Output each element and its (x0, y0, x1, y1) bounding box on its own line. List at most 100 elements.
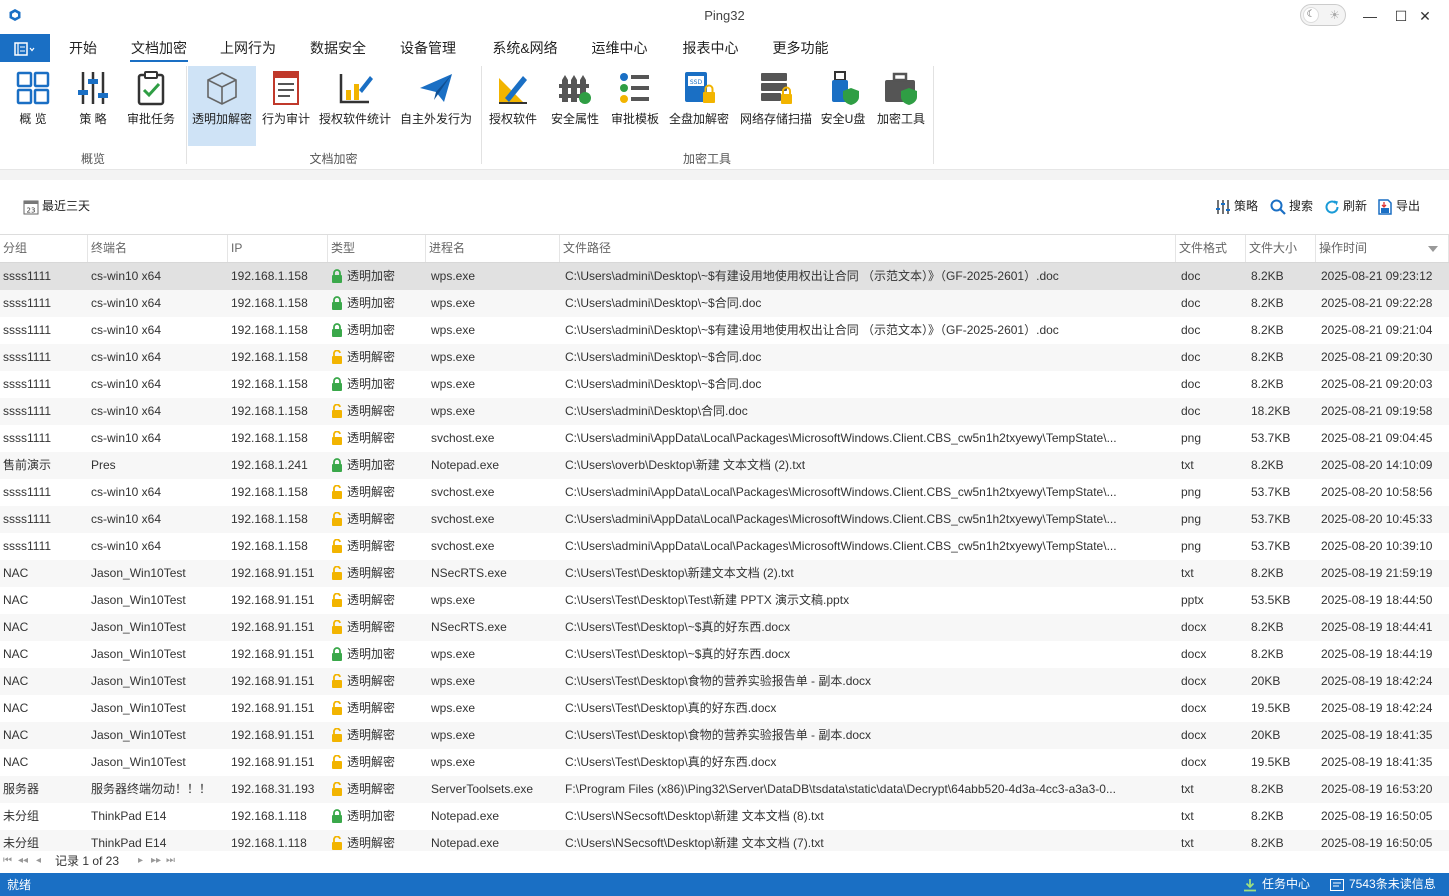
table-row[interactable]: 未分组 ThinkPad E14 192.168.1.118 透明加密 Notepad.… (0, 803, 1449, 830)
menu-tab-5[interactable]: 系统&网络 (490, 34, 560, 62)
table-row[interactable]: ssss1111 cs-win10 x64 192.168.1.158 透明加密 wps… (0, 371, 1449, 398)
table-row[interactable]: ssss1111 cs-win10 x64 192.168.1.158 透明解密 wps… (0, 344, 1449, 371)
policy-button[interactable]: 策略 (1215, 196, 1258, 216)
column-header-1[interactable]: 终端名 (88, 235, 228, 262)
cell-size: 53.7KB (1251, 485, 1291, 499)
table-row[interactable]: NAC Jason_Win10Test 192.168.91.151 透明解密 wps.… (0, 749, 1449, 776)
pager-status: 记录 1 of 23 (55, 854, 120, 868)
table-row[interactable]: NAC Jason_Win10Test 192.168.91.151 透明解密 NSec… (0, 560, 1449, 587)
next-record-button[interactable]: ▸ (138, 854, 143, 868)
cell-format: txt (1181, 809, 1194, 823)
cell-format: txt (1181, 836, 1194, 850)
ribbon-button-2[interactable]: 审批任务 (122, 66, 180, 146)
table-row[interactable]: ssss1111 cs-win10 x64 192.168.1.158 透明解密 svc… (0, 425, 1449, 452)
cell-process: svchost.exe (431, 485, 495, 499)
dashboard-icon (16, 71, 50, 105)
table-header: 分组 终端名 IP 类型 进程名 文件路径 文件格式 文件大小 操作时间 (0, 235, 1449, 263)
column-header-0[interactable]: 分组 (0, 235, 88, 262)
ribbon-button-13[interactable]: 加密工具 (873, 66, 929, 146)
refresh-button[interactable]: 刷新 (1324, 196, 1367, 216)
table-row[interactable]: ssss1111 cs-win10 x64 192.168.1.158 透明加密 wps… (0, 263, 1449, 290)
table-row[interactable]: ssss1111 cs-win10 x64 192.168.1.158 透明加密 wps… (0, 290, 1449, 317)
cell-process: ServerToolsets.exe (431, 782, 534, 796)
date-filter-label: 最近三天 (42, 199, 91, 213)
ribbon-button-3[interactable]: 透明加解密 (188, 66, 256, 146)
ribbon-button-8[interactable]: 安全属性 (545, 66, 605, 146)
table-row[interactable]: NAC Jason_Win10Test 192.168.91.151 透明解密 wps.… (0, 668, 1449, 695)
table-row[interactable]: NAC Jason_Win10Test 192.168.91.151 透明解密 wps.… (0, 695, 1449, 722)
ribbon-button-7[interactable]: 授权软件 (485, 66, 541, 146)
search-button[interactable]: 搜索 (1270, 196, 1313, 216)
table-row[interactable]: ssss1111 cs-win10 x64 192.168.1.158 透明解密 svc… (0, 479, 1449, 506)
cell-process: svchost.exe (431, 431, 495, 445)
column-header-5[interactable]: 文件路径 (560, 235, 1176, 262)
ribbon-button-4[interactable]: 行为审计 (258, 66, 314, 146)
ribbon-button-10[interactable]: SSD 全盘加解密 (665, 66, 733, 146)
column-header-7[interactable]: 文件大小 (1246, 235, 1316, 262)
prev-page-group-button[interactable]: ◂◂ (18, 854, 28, 868)
minimize-button[interactable]: — (1355, 4, 1385, 28)
ribbon-button-6[interactable]: 自主外发行为 (396, 66, 476, 146)
table-row[interactable]: 服务器 服务器终端勿动！！！ 192.168.31.193 透明解密 ServerToo… (0, 776, 1449, 803)
table-row[interactable]: NAC Jason_Win10Test 192.168.91.151 透明解密 NSec… (0, 614, 1449, 641)
unread-messages-button[interactable]: 7543条未读信息 (1330, 877, 1436, 892)
ribbon-button-11[interactable]: 网络存储扫描 (733, 66, 819, 146)
table-row[interactable]: ssss1111 cs-win10 x64 192.168.1.158 透明加密 wps… (0, 317, 1449, 344)
cell-format: docx (1181, 620, 1207, 634)
cell-time: 2025-08-21 09:19:58 (1321, 404, 1433, 418)
last-page-button[interactable]: ⏭ (166, 854, 175, 868)
close-button[interactable]: ✕ (1410, 4, 1440, 28)
menu-tab-2[interactable]: 上网行为 (220, 34, 276, 62)
cell-ip: 192.168.1.158 (231, 323, 308, 337)
cell-group: NAC (3, 566, 29, 580)
cell-terminal: cs-win10 x64 (91, 539, 162, 553)
ribbon-button-12[interactable]: 安全U盘 (815, 66, 871, 146)
menu-tab-6[interactable]: 运维中心 (591, 34, 648, 62)
type-label: 透明解密 (347, 782, 396, 796)
ssd-lock-icon: SSD (685, 72, 715, 103)
table-row[interactable]: 售前演示 Pres 192.168.1.241 透明加密 Notepad.exe C:\U… (0, 452, 1449, 479)
table-row[interactable]: NAC Jason_Win10Test 192.168.91.151 透明加密 wps.… (0, 641, 1449, 668)
cell-format: png (1181, 539, 1202, 553)
table-row[interactable]: ssss1111 cs-win10 x64 192.168.1.158 透明解密 svc… (0, 506, 1449, 533)
app-menu-button[interactable] (0, 34, 50, 62)
ribbon-button-0[interactable]: 概 览 (6, 66, 60, 146)
column-header-2[interactable]: IP (228, 235, 328, 262)
export-button[interactable]: 导出 (1377, 196, 1420, 216)
cell-size: 18.2KB (1251, 404, 1291, 418)
lock-closed-icon (332, 269, 342, 283)
cell-path: C:\Users\Test\Desktop\~$真的好东西.docx (565, 620, 791, 634)
sort-desc-icon[interactable] (1428, 246, 1438, 252)
next-page-group-button[interactable]: ▸▸ (151, 854, 161, 868)
first-page-button[interactable]: ⏮ (3, 854, 12, 868)
prev-record-button[interactable]: ◂ (36, 854, 41, 868)
lock-open-icon (332, 349, 342, 364)
table-row[interactable]: 未分组 ThinkPad E14 192.168.1.118 透明解密 Notepad.… (0, 830, 1449, 851)
table-row[interactable]: NAC Jason_Win10Test 192.168.91.151 透明解密 wps.… (0, 587, 1449, 614)
menu-tab-3[interactable]: 数据安全 (310, 34, 366, 62)
table-row[interactable]: ssss1111 cs-win10 x64 192.168.1.158 透明解密 svc… (0, 533, 1449, 560)
menu-tab-1[interactable]: 文档加密 (130, 34, 188, 62)
menu-tab-4[interactable]: 设备管理 (400, 34, 456, 62)
cell-size: 8.2KB (1251, 458, 1284, 472)
ribbon-button-5[interactable]: 授权软件统计 (316, 66, 394, 146)
ribbon-button-1[interactable]: 策 略 (64, 66, 122, 146)
cell-size: 53.7KB (1251, 512, 1291, 526)
type-label: 透明加密 (347, 323, 396, 337)
menu-tab-0[interactable]: 开始 (68, 34, 98, 62)
menu-tab-8[interactable]: 更多功能 (772, 34, 829, 62)
cell-ip: 192.168.91.151 (231, 728, 315, 742)
menu-tab-7[interactable]: 报表中心 (682, 34, 739, 62)
task-center-button[interactable]: 任务中心 (1243, 877, 1310, 892)
cell-format: docx (1181, 674, 1207, 688)
table-row[interactable]: ssss1111 cs-win10 x64 192.168.1.158 透明解密 wps… (0, 398, 1449, 425)
date-filter-button[interactable]: 23 最近三天 (23, 196, 90, 216)
lock-open-icon (332, 781, 342, 796)
export-icon (1378, 199, 1392, 215)
column-header-6[interactable]: 文件格式 (1176, 235, 1246, 262)
table-row[interactable]: NAC Jason_Win10Test 192.168.91.151 透明解密 wps.… (0, 722, 1449, 749)
theme-toggle[interactable]: ☾ ☀ (1300, 4, 1346, 26)
ribbon-button-9[interactable]: 审批模板 (605, 66, 665, 146)
column-header-3[interactable]: 类型 (328, 235, 426, 262)
column-header-4[interactable]: 进程名 (426, 235, 560, 262)
